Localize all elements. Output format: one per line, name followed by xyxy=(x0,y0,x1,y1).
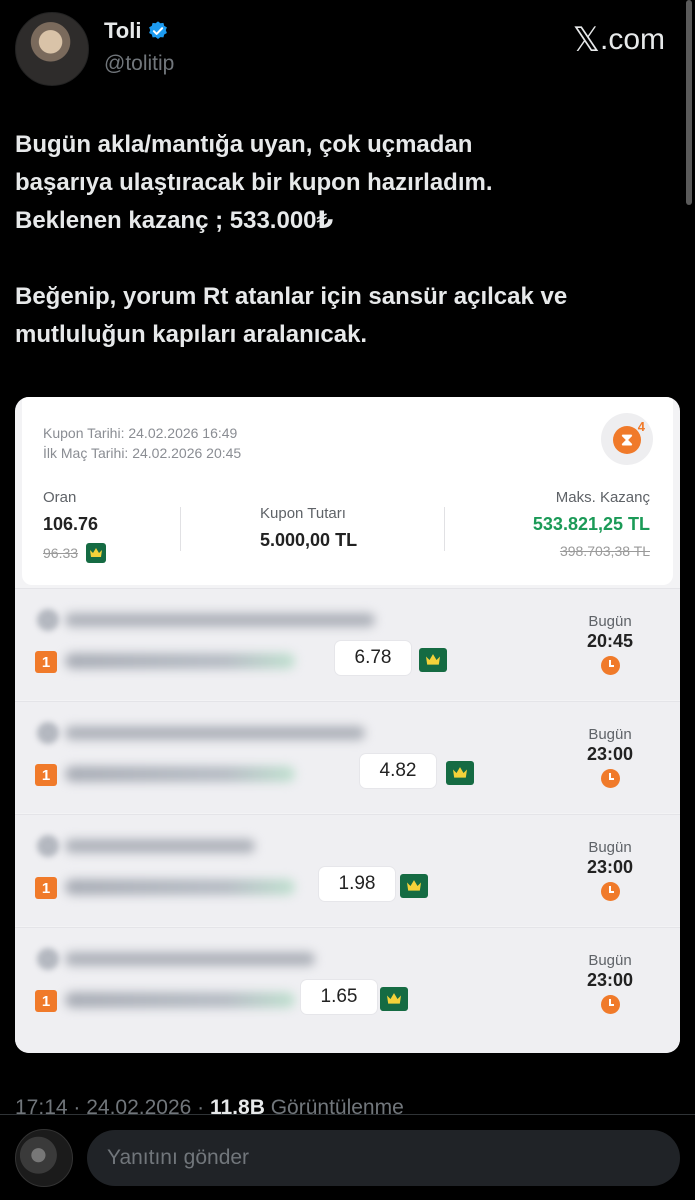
scrollbar[interactable] xyxy=(686,0,692,205)
blurred-team-icon xyxy=(37,609,59,631)
odd-value: 1.98 xyxy=(319,867,395,901)
pick-number: 1 xyxy=(35,651,57,673)
odds-old-row: 96.33 xyxy=(43,543,107,563)
odds-old-value: 96.33 xyxy=(43,545,79,561)
blurred-market xyxy=(65,992,295,1008)
match-time: 23:00 xyxy=(586,970,634,990)
clock-icon xyxy=(601,882,620,901)
odd-value: 4.82 xyxy=(360,754,436,788)
pick-number: 1 xyxy=(35,877,57,899)
brand-watermark: 𝕏 .com xyxy=(573,20,665,60)
x-logo-icon: 𝕏 xyxy=(572,20,600,60)
author-name[interactable]: Toli xyxy=(104,18,141,44)
author-avatar[interactable] xyxy=(15,12,89,86)
coupon-date: Kupon Tarihi: 24.02.2026 16:49 xyxy=(43,425,238,441)
match-time: 23:00 xyxy=(586,744,634,764)
odd-value: 1.65 xyxy=(301,980,377,1014)
stat-divider xyxy=(444,507,445,551)
odds-value: 106.76 xyxy=(43,514,99,534)
author-handle[interactable]: @tolitip xyxy=(104,52,174,76)
odds-stat: Oran 106.76 96.33 xyxy=(43,489,107,563)
brand-domain: .com xyxy=(599,23,665,56)
match-day: Bugün xyxy=(588,726,632,743)
match-day: Bugün xyxy=(588,952,632,969)
pick-number: 1 xyxy=(35,990,57,1012)
user-avatar[interactable] xyxy=(15,1129,73,1187)
crown-icon xyxy=(380,987,408,1011)
match-day: Bugün xyxy=(588,839,632,856)
tweet-paragraph-1: Bugün akla/mantığa uyan, çok uçmadan baş… xyxy=(15,131,493,234)
blurred-market xyxy=(65,653,295,669)
match-day: Bugün xyxy=(588,613,632,630)
pick-number: 1 xyxy=(35,764,57,786)
clock-icon xyxy=(601,656,620,675)
odds-label: Oran xyxy=(43,489,77,506)
stake-stat: Kupon Tutarı 5.000,00 TL xyxy=(260,505,357,551)
blurred-market xyxy=(65,879,295,895)
reply-input[interactable] xyxy=(87,1130,680,1186)
crown-icon xyxy=(446,761,474,785)
match-row: 1 6.78 Bugün 20:45 xyxy=(15,588,680,700)
max-win-old-value: 398.703,38 TL xyxy=(559,543,650,559)
stat-divider xyxy=(180,507,181,551)
tweet-paragraph-2: Beğenip, yorum Rt atanlar için sansür aç… xyxy=(15,283,568,348)
match-count-badge: ⧗ 4 xyxy=(601,413,653,465)
blurred-teams xyxy=(65,726,365,740)
max-win-old-row: 398.703,38 TL xyxy=(533,543,650,559)
clock-icon xyxy=(601,769,620,788)
verified-badge-icon xyxy=(149,21,168,39)
author-name-row[interactable]: Toli xyxy=(104,18,169,44)
stake-value: 5.000,00 TL xyxy=(260,530,358,550)
tweet-text: Bugün akla/mantığa uyan, çok uçmadan baş… xyxy=(15,126,680,354)
max-win-value: 533.821,25 TL xyxy=(532,514,650,534)
odd-value: 6.78 xyxy=(335,641,411,675)
blurred-team-icon xyxy=(37,948,59,970)
blurred-team-icon xyxy=(37,722,59,744)
match-row: 1 1.65 Bugün 23:00 xyxy=(15,927,680,1053)
match-time: 20:45 xyxy=(586,631,634,651)
blurred-teams xyxy=(65,613,375,627)
match-count: 4 xyxy=(637,419,645,434)
first-match-date: İlk Maç Tarihi: 24.02.2026 20:45 xyxy=(43,445,242,461)
max-win-stat: Maks. Kazanç 533.821,25 TL 398.703,38 TL xyxy=(533,489,650,559)
max-win-label: Maks. Kazanç xyxy=(555,489,650,506)
coupon-summary: Kupon Tarihi: 24.02.2026 16:49 İlk Maç T… xyxy=(22,397,673,585)
stake-label: Kupon Tutarı xyxy=(260,505,346,522)
clock-icon xyxy=(601,995,620,1014)
crown-icon xyxy=(86,543,107,563)
match-time: 23:00 xyxy=(586,857,634,877)
blurred-teams xyxy=(65,952,315,966)
blurred-team-icon xyxy=(37,835,59,857)
coupon-image[interactable]: Kupon Tarihi: 24.02.2026 16:49 İlk Maç T… xyxy=(15,397,680,1053)
coupon-dates: Kupon Tarihi: 24.02.2026 16:49 İlk Maç T… xyxy=(43,423,241,463)
crown-icon xyxy=(400,874,428,898)
match-row: 1 1.98 Bugün 23:00 xyxy=(15,814,680,926)
blurred-market xyxy=(65,766,295,782)
crown-icon xyxy=(419,648,447,672)
match-row: 1 4.82 Bugün 23:00 xyxy=(15,701,680,813)
blurred-teams xyxy=(65,839,255,853)
